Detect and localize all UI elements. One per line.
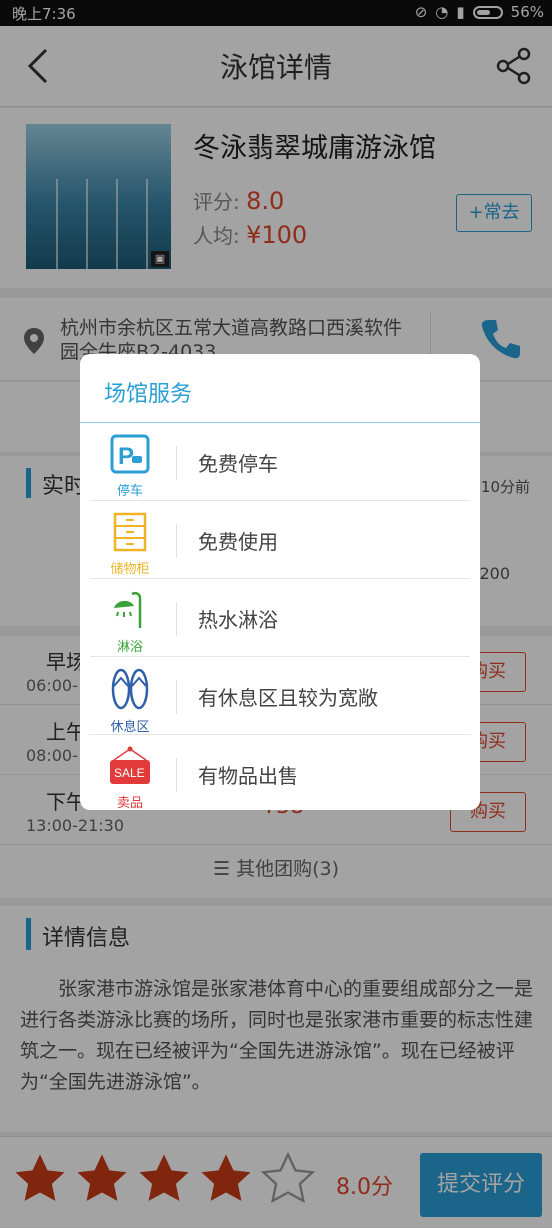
service-item-shop: SALE 卖品 有物品出售: [80, 736, 480, 810]
parking-icon: P: [110, 434, 150, 474]
svg-text:P: P: [118, 443, 134, 470]
dialog-title: 场馆服务: [104, 382, 193, 407]
service-text: 热水淋浴: [198, 608, 278, 632]
service-text: 有物品出售: [198, 764, 298, 788]
service-text: 免费使用: [198, 530, 278, 554]
svg-text:SALE: SALE: [114, 766, 145, 780]
service-item-shower: 淋浴 热水淋浴: [80, 580, 480, 657]
service-item-locker: 储物柜 免费使用: [80, 502, 480, 579]
sale-icon: SALE: [110, 746, 150, 784]
locker-icon: [113, 512, 147, 552]
shower-icon: [114, 591, 142, 628]
venue-services-dialog: 场馆服务 P 停车 免费停车 储物柜 免费使用 淋浴 热水淋浴 休息区 有休息区…: [80, 354, 480, 810]
service-text: 免费停车: [198, 452, 278, 476]
service-item-parking: P 停车 免费停车: [80, 424, 480, 501]
service-text: 有休息区且较为宽敞: [198, 686, 378, 710]
service-item-lounge: 休息区 有休息区且较为宽敞: [80, 658, 480, 735]
divider: [80, 422, 480, 423]
slippers-icon: [111, 668, 149, 710]
